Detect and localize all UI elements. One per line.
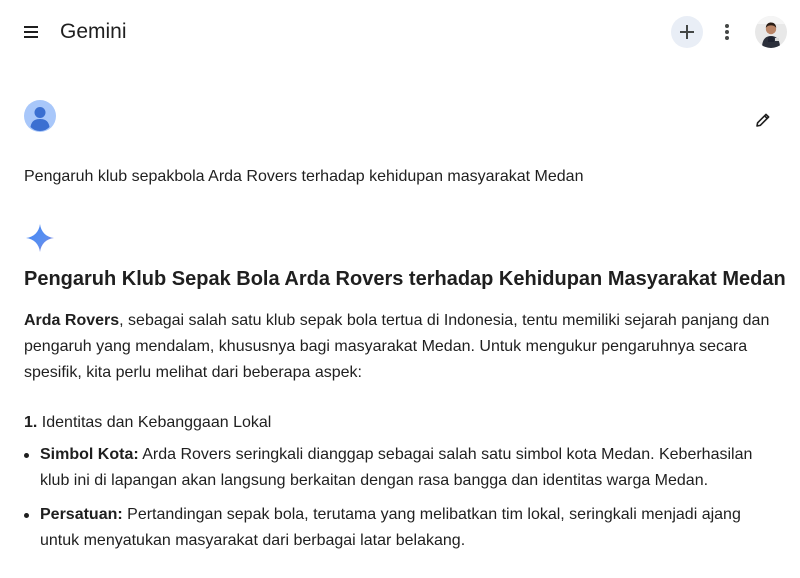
new-chat-button[interactable] xyxy=(671,16,703,48)
bullet-dot xyxy=(24,453,29,458)
bullet-list: Simbol Kota: Arda Rovers seringkali dian… xyxy=(24,442,784,554)
list-item: Persatuan: Pertandingan sepak bola, teru… xyxy=(24,502,784,554)
gemini-response: Pengaruh Klub Sepak Bola Arda Rovers ter… xyxy=(24,264,786,562)
bullet-label: Persatuan: xyxy=(40,506,123,523)
user-avatar-icon xyxy=(24,100,56,132)
bullet-label: Simbol Kota: xyxy=(40,446,139,463)
section-number: 1. xyxy=(24,414,38,431)
profile-avatar[interactable] xyxy=(755,16,787,48)
response-intro: Arda Rovers, sebagai salah satu klub sep… xyxy=(24,308,784,386)
intro-bold-term: Arda Rovers xyxy=(24,312,120,329)
response-heading: Pengaruh Klub Sepak Bola Arda Rovers ter… xyxy=(24,268,786,290)
section-title-text: Identitas dan Kebanggaan Lokal xyxy=(41,414,272,431)
profile-photo-icon xyxy=(755,16,787,48)
bullet-dot xyxy=(24,513,29,518)
user-avatar xyxy=(24,100,56,132)
edit-prompt-button[interactable] xyxy=(750,107,776,133)
list-item: Simbol Kota: Arda Rovers seringkali dian… xyxy=(24,442,784,494)
more-options-button[interactable] xyxy=(713,16,741,48)
hamburger-menu-icon xyxy=(24,26,38,38)
bullet-text: Arda Rovers seringkali dianggap sebagai … xyxy=(40,446,753,489)
section-title: 1. Identitas dan Kebanggaan Lokal xyxy=(24,410,784,436)
user-prompt-text: Pengaruh klub sepakbola Arda Rovers terh… xyxy=(24,168,584,185)
main-menu-button[interactable] xyxy=(18,18,46,46)
gemini-spark-icon xyxy=(24,222,56,254)
intro-text: , sebagai salah satu klub sepak bola ter… xyxy=(24,312,770,381)
pencil-icon xyxy=(756,113,770,127)
app-title: Gemini xyxy=(60,20,127,43)
top-bar: Gemini xyxy=(0,0,800,64)
bullet-text: Pertandingan sepak bola, terutama yang m… xyxy=(40,506,741,549)
more-vert-icon xyxy=(725,24,729,40)
plus-icon xyxy=(680,25,694,39)
